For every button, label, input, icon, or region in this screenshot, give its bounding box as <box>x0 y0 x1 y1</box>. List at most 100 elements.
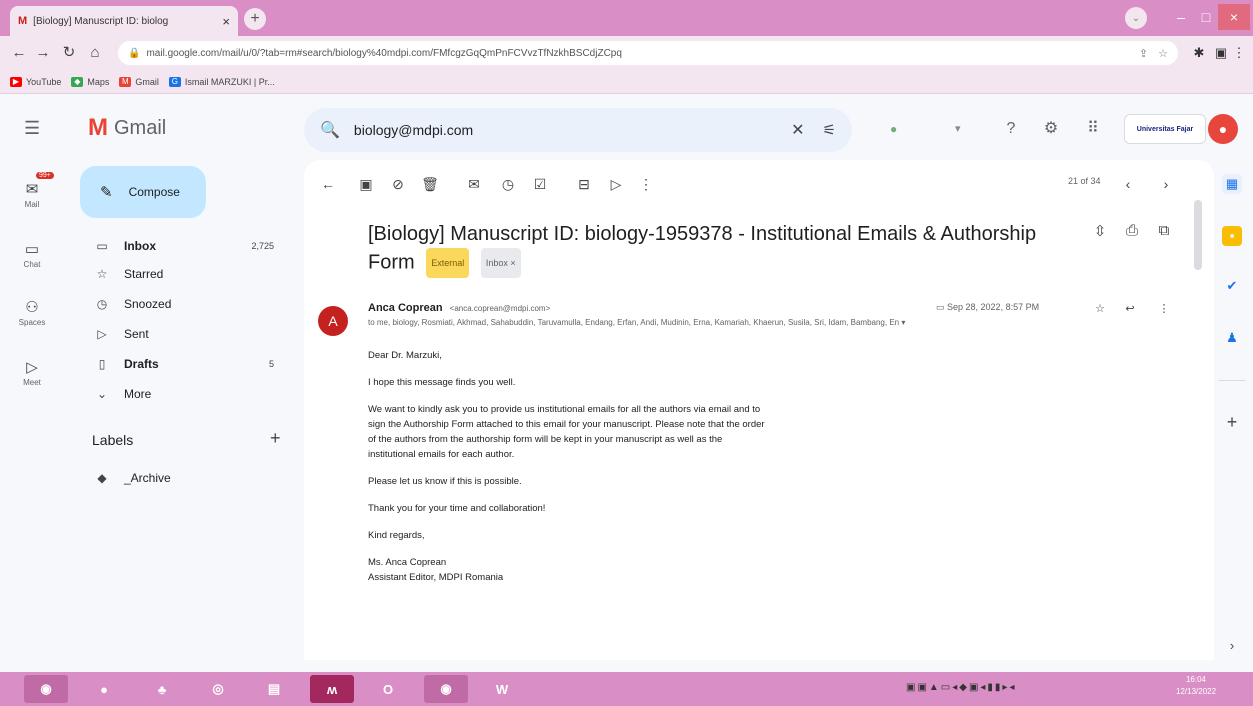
inbox-icon: ▭ <box>96 239 108 253</box>
back-to-search-icon[interactable]: ← <box>318 174 338 194</box>
rail-meet[interactable]: ▷ Meet <box>12 358 52 387</box>
compose-button[interactable]: ✎ Compose <box>80 166 206 218</box>
nav-inbox-label: Inbox <box>124 239 156 253</box>
move-to-icon[interactable]: ⊟ <box>574 174 594 194</box>
browser-tab[interactable]: M [Biology] Manuscript ID: biolog × <box>10 6 238 36</box>
calendar-icon[interactable]: ▦ <box>1222 174 1242 194</box>
nav-drafts[interactable]: ▯ Drafts 5 <box>80 350 290 378</box>
search-input[interactable]: biology@mdpi.com <box>354 122 791 138</box>
label-icon[interactable]: ▷ <box>606 174 626 194</box>
tasks-icon[interactable]: ✔ <box>1222 276 1242 296</box>
tab-close-icon[interactable]: × <box>222 14 230 29</box>
label-archive[interactable]: ◆ _Archive <box>80 464 290 492</box>
clock-time: 16:04 <box>1185 675 1207 684</box>
tab-title: [Biology] Manuscript ID: biolog <box>33 15 169 27</box>
inbox-label-badge[interactable]: Inbox × <box>480 248 521 278</box>
status-indicator-icon[interactable]: ● <box>890 122 897 136</box>
clear-search-icon[interactable]: ✕ <box>791 120 804 140</box>
get-addons-icon[interactable]: + <box>1222 412 1242 432</box>
subject-text: [Biology] Manuscript ID: biology-1959378… <box>368 223 1037 274</box>
tab-search-icon[interactable]: ⌄ <box>1125 7 1147 29</box>
bookmark-maps[interactable]: ◆ Maps <box>71 76 109 87</box>
chrome-icon[interactable]: ◉ <box>424 675 468 703</box>
contacts-icon[interactable]: ♟ <box>1222 328 1242 348</box>
browser-menu-icon[interactable]: ⋮ <box>1230 44 1248 62</box>
apps-grid-icon[interactable]: ⠿ <box>1082 118 1104 140</box>
nav-starred[interactable]: ☆ Starred <box>80 260 290 288</box>
keep-icon[interactable]: ▪ <box>1222 226 1242 246</box>
sender-avatar[interactable]: A <box>318 306 348 336</box>
whatsapp-icon[interactable]: ◎ <box>196 675 240 703</box>
people-icon[interactable]: ♣ <box>140 675 184 703</box>
label-archive-text: _Archive <box>124 471 171 485</box>
rail-spaces[interactable]: ⚇ Spaces <box>12 298 52 327</box>
expand-all-icon[interactable]: ⇳ <box>1090 222 1110 240</box>
sender-name[interactable]: Anca Coprean <box>368 302 443 314</box>
new-tab-button[interactable]: + <box>244 8 266 30</box>
nav-inbox[interactable]: ▭ Inbox 2,725 <box>80 232 290 260</box>
reload-icon[interactable]: ↻ <box>60 44 78 62</box>
email-greeting: Dear Dr. Marzuki, <box>368 350 442 361</box>
message-more-icon[interactable]: ⋮ <box>1156 302 1172 315</box>
archive-icon[interactable]: ▣ <box>356 174 376 194</box>
print-icon[interactable]: ⎙ <box>1122 222 1142 239</box>
forward-arrow-icon[interactable]: → <box>34 44 52 62</box>
nav-sent[interactable]: ▷ Sent <box>80 320 290 348</box>
add-task-icon[interactable]: ☑ <box>530 174 550 194</box>
reply-icon[interactable]: ↩ <box>1122 302 1138 315</box>
help-icon[interactable]: ? <box>1000 118 1022 140</box>
window-maximize-button[interactable]: □ <box>1195 4 1217 30</box>
file-explorer-icon[interactable]: ▤ <box>252 675 296 703</box>
window-minimize-button[interactable]: – <box>1170 4 1192 30</box>
nav-snoozed-label: Snoozed <box>124 297 172 311</box>
more-options-icon[interactable]: ⋮ <box>636 174 656 194</box>
nav-snoozed[interactable]: ◷ Snoozed <box>80 290 290 318</box>
delete-icon[interactable]: 🗑 <box>420 174 440 194</box>
bookmark-profile[interactable]: G Ismail MARZUKI | Pr... <box>168 76 275 87</box>
bookmark-gmail[interactable]: M Gmail <box>119 76 159 87</box>
bookmark-youtube[interactable]: ▶ YouTube <box>10 76 62 87</box>
date-text: Sep 28, 2022, 8:57 PM <box>947 302 1040 312</box>
share-icon[interactable]: ⇪ <box>1139 47 1148 60</box>
search-icon[interactable]: 🔍 <box>320 120 340 140</box>
search-bar[interactable]: 🔍 biology@mdpi.com ✕ ⚟ <box>304 108 852 152</box>
firefox-icon[interactable]: ● <box>82 675 126 703</box>
mark-unread-icon[interactable]: ✉ <box>464 174 484 194</box>
bookmark-label: YouTube <box>26 76 62 87</box>
report-spam-icon[interactable]: ⊘ <box>388 174 408 194</box>
system-tray-icons[interactable]: ▣▣▲▭◂◆▣◂▮▮▸◂ <box>906 682 1016 693</box>
rail-mail[interactable]: ✉ Mail <box>12 180 52 209</box>
newer-chevron-icon[interactable]: ‹ <box>1118 174 1138 194</box>
show-side-panel-icon[interactable]: › <box>1222 636 1242 656</box>
window-close-button[interactable]: × <box>1218 4 1250 30</box>
recipients-line[interactable]: to me, biology, Rosmiati, Akhmad, Sahabu… <box>368 318 1128 327</box>
bookmark-star-icon[interactable]: ☆ <box>1158 47 1168 60</box>
gmail-logo[interactable]: M Gmail <box>88 114 166 142</box>
older-chevron-icon[interactable]: › <box>1156 174 1176 194</box>
account-avatar[interactable]: ● <box>1208 114 1238 144</box>
nav-more[interactable]: ⌄ More <box>80 380 290 408</box>
taskbar-clock[interactable]: 16:04 12/13/2022 <box>1176 674 1216 698</box>
status-dropdown-icon[interactable]: ▾ <box>955 122 961 135</box>
home-icon[interactable]: ⌂ <box>86 44 104 62</box>
star-message-icon[interactable]: ☆ <box>1092 302 1108 315</box>
main-menu-icon[interactable]: ☰ <box>24 118 40 139</box>
address-bar[interactable]: 🔒 mail.google.com/mail/u/0/?tab=rm#searc… <box>118 41 1178 65</box>
add-label-icon[interactable]: + <box>270 428 281 449</box>
word-icon[interactable]: W <box>480 675 524 703</box>
search-options-icon[interactable]: ⚟ <box>823 121 836 139</box>
scrollbar-thumb[interactable] <box>1194 200 1202 270</box>
new-window-icon[interactable]: ⧉ <box>1154 222 1174 239</box>
rail-chat[interactable]: ▭ Chat <box>12 240 52 269</box>
snooze-icon[interactable]: ◷ <box>498 174 518 194</box>
opera-icon[interactable]: O <box>366 675 410 703</box>
sidebar-icon[interactable]: ▣ <box>1212 44 1230 62</box>
extensions-icon[interactable]: ✱ <box>1190 44 1208 62</box>
settings-gear-icon[interactable]: ⚙ <box>1040 118 1062 140</box>
organization-badge[interactable]: Universitas Fajar <box>1124 114 1206 144</box>
nav-more-label: More <box>124 387 152 401</box>
back-arrow-icon[interactable]: ← <box>10 44 28 62</box>
email-paragraph: Please let us know if this is possible. <box>368 476 522 487</box>
start-chrome-icon[interactable]: ◉ <box>24 675 68 703</box>
mendeley-icon[interactable]: ʍ <box>310 675 354 703</box>
